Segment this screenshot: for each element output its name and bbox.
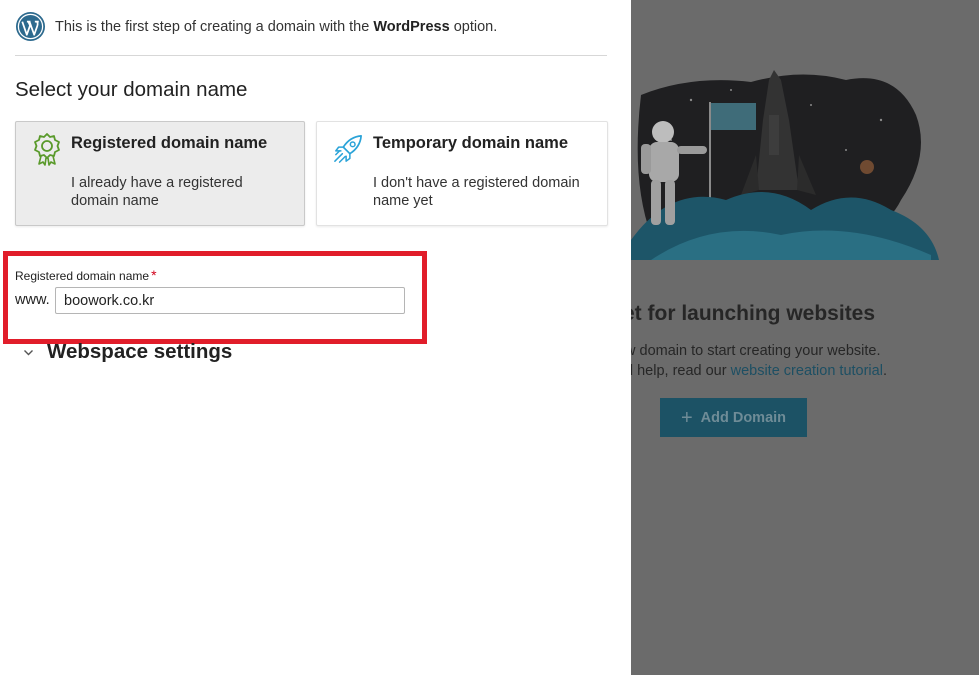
wordpress-icon — [15, 11, 46, 42]
astronaut-illustration — [631, 70, 939, 260]
domain-field-label: Registered domain name * — [15, 267, 157, 283]
registered-domain-card[interactable]: Registered domain name I already have a … — [15, 121, 305, 226]
add-domain-label: Add Domain — [700, 409, 787, 426]
webspace-settings-label: Webspace settings — [47, 340, 233, 363]
website-creation-tutorial-link[interactable]: website creation tutorial — [731, 363, 883, 379]
background-text-line: w domain to start creating your website. — [631, 343, 881, 359]
background-text-line: d help, read our website creation tutori… — [631, 363, 887, 379]
add-domain-button[interactable]: + Add Domain — [660, 398, 807, 437]
notice-suffix: option. — [453, 18, 498, 35]
card-description: I already have a registered domain name — [71, 175, 243, 209]
card-title: Registered domain name — [71, 134, 268, 152]
certificate-badge-icon — [34, 133, 60, 166]
background-page: et for launching websites w domain to st… — [631, 0, 979, 675]
section-title: Select your domain name — [15, 78, 248, 101]
divider — [15, 55, 607, 56]
www-prefix: www. — [15, 292, 50, 308]
card-title: Temporary domain name — [373, 134, 568, 152]
notice-text: This is the first step of creating a dom… — [55, 19, 497, 35]
domain-field-label-text: Registered domain name — [15, 269, 150, 283]
rocket-icon — [334, 135, 362, 163]
domain-name-input[interactable] — [55, 287, 405, 314]
chevron-down-icon — [24, 349, 33, 355]
plus-icon: + — [680, 406, 693, 429]
notice-bold: WordPress — [373, 18, 450, 35]
wordpress-notice: This is the first step of creating a dom… — [15, 11, 497, 42]
required-mark: * — [151, 267, 157, 283]
webspace-settings-toggle[interactable]: Webspace settings — [22, 340, 232, 364]
background-text-prefix: d help, read our — [631, 363, 727, 379]
card-description: I don't have a registered domain name ye… — [373, 175, 580, 209]
notice-prefix: This is the first step of creating a dom… — [55, 18, 370, 35]
add-domain-panel: This is the first step of creating a dom… — [0, 0, 631, 675]
temporary-domain-card[interactable]: Temporary domain name I don't have a reg… — [316, 121, 608, 226]
background-heading: et for launching websites — [631, 302, 876, 325]
background-text-suffix: . — [882, 363, 887, 379]
